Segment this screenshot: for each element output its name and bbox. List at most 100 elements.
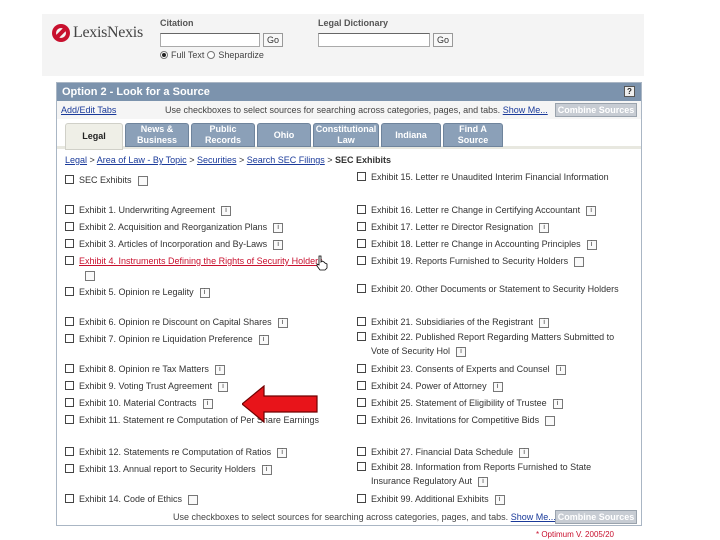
info-icon[interactable]: i [586, 205, 597, 216]
source-checkbox[interactable] [357, 172, 366, 181]
tab-news-business[interactable]: News & Business [125, 123, 189, 147]
info-icon[interactable]: i [273, 222, 284, 233]
source-checkbox[interactable] [65, 415, 74, 424]
browse-icon[interactable] [545, 415, 556, 426]
source-checkbox[interactable] [357, 317, 366, 326]
source-checkbox[interactable] [357, 398, 366, 407]
tab-legal[interactable]: Legal [65, 123, 123, 150]
info-icon[interactable]: i [494, 494, 505, 505]
info-icon[interactable]: i [261, 464, 272, 475]
list-item: Exhibit 6. Opinion re Discount on Capita… [65, 315, 335, 329]
browse-icon[interactable] [137, 175, 148, 186]
tab-label: Find A Source [457, 124, 489, 145]
bottom-instruction-text-body: Use checkboxes to select sources for sea… [173, 512, 509, 522]
info-icon[interactable]: i [552, 398, 563, 409]
breadcrumb-search-sec-filings[interactable]: Search SEC Filings [247, 155, 325, 165]
help-icon[interactable]: ? [624, 86, 635, 97]
source-checkbox[interactable] [357, 256, 366, 265]
source-checkbox[interactable] [65, 317, 74, 326]
lexisnexis-logo[interactable]: LexisNexis [52, 24, 143, 42]
source-panel: Option 2 - Look for a Source ? Add/Edit … [56, 82, 642, 526]
source-checkbox[interactable] [357, 205, 366, 214]
info-icon[interactable]: i [539, 222, 550, 233]
source-checkbox[interactable] [65, 256, 74, 265]
breadcrumb-area-of-law[interactable]: Area of Law - By Topic [97, 155, 187, 165]
info-icon[interactable]: i [478, 476, 489, 487]
info-icon[interactable]: i [277, 317, 288, 328]
info-icon[interactable]: i [199, 287, 210, 298]
combine-sources-button[interactable]: Combine Sources [555, 103, 637, 117]
info-icon[interactable]: i [273, 239, 284, 250]
source-link[interactable]: Exhibit 4. Instruments Defining the Righ… [79, 256, 323, 266]
dictionary-go-button[interactable]: Go [433, 33, 454, 47]
source-label: Exhibit 14. Code of Ethics [79, 494, 183, 504]
source-label: Exhibit 23. Consents of Experts and Coun… [371, 364, 550, 374]
source-checkbox[interactable] [65, 494, 74, 503]
source-checkbox[interactable] [65, 175, 74, 184]
source-checkbox[interactable] [65, 239, 74, 248]
info-icon[interactable]: i [519, 447, 530, 458]
list-item: Exhibit 8. Opinion re Tax Matters i [65, 362, 335, 376]
source-checkbox[interactable] [357, 239, 366, 248]
browse-icon[interactable] [574, 256, 585, 267]
source-checkbox[interactable] [357, 415, 366, 424]
source-label: Exhibit 21. Subsidiaries of the Registra… [371, 317, 534, 327]
dictionary-input[interactable] [318, 33, 430, 47]
source-label: Exhibit 18. Letter re Change in Accounti… [371, 239, 581, 249]
source-checkbox[interactable] [357, 494, 366, 503]
source-checkbox[interactable] [357, 332, 366, 341]
source-checkbox[interactable] [65, 287, 74, 296]
breadcrumb-securities[interactable]: Securities [197, 155, 237, 165]
show-me-link[interactable]: Show Me... [503, 105, 548, 115]
info-icon[interactable]: i [202, 398, 213, 409]
browse-icon[interactable] [188, 494, 199, 505]
source-checkbox[interactable] [65, 205, 74, 214]
tab-constitutional-law[interactable]: Constitutional Law [313, 123, 379, 147]
source-checkbox[interactable] [65, 381, 74, 390]
citation-input[interactable] [160, 33, 260, 47]
source-checkbox[interactable] [65, 464, 74, 473]
source-checkbox[interactable] [357, 364, 366, 373]
source-checkbox[interactable] [357, 381, 366, 390]
info-icon[interactable]: i [456, 346, 467, 357]
breadcrumb-legal[interactable]: Legal [65, 155, 87, 165]
tab-indiana[interactable]: Indiana [381, 123, 441, 147]
tab-public-records[interactable]: Public Records [191, 123, 255, 147]
citation-go-button[interactable]: Go [263, 33, 284, 47]
add-edit-tabs-link[interactable]: Add/Edit Tabs [61, 105, 116, 115]
info-icon[interactable]: i [277, 447, 288, 458]
info-icon[interactable]: i [221, 205, 232, 216]
breadcrumb-separator: > [324, 155, 336, 165]
source-label: Exhibit 27. Financial Data Schedule [371, 447, 514, 457]
instruction-text: Use checkboxes to select sources for sea… [165, 105, 548, 115]
list-item: Exhibit 24. Power of Attorney i [357, 379, 637, 393]
info-icon[interactable]: i [539, 317, 550, 328]
source-checkbox[interactable] [65, 447, 74, 456]
source-checkbox[interactable] [65, 398, 74, 407]
browse-icon[interactable] [85, 270, 95, 281]
full-text-radio[interactable] [160, 51, 168, 59]
info-icon[interactable]: i [214, 364, 225, 375]
tab-label: Public Records [204, 124, 241, 145]
shepardize-radio[interactable] [207, 51, 216, 59]
bottom-show-me-link[interactable]: Show Me... [511, 512, 556, 522]
source-checkbox[interactable] [65, 364, 74, 373]
tab-find-a-source[interactable]: Find A Source [443, 123, 503, 147]
source-label: Exhibit 1. Underwriting Agreement [79, 205, 216, 215]
info-icon[interactable]: i [555, 364, 566, 375]
source-checkbox[interactable] [357, 284, 366, 293]
source-checkbox[interactable] [357, 462, 366, 471]
list-item: Exhibit 12. Statements re Computation of… [65, 445, 335, 459]
breadcrumb: Legal > Area of Law - By Topic > Securit… [65, 155, 391, 165]
source-label: SEC Exhibits [79, 175, 132, 185]
source-checkbox[interactable] [357, 222, 366, 231]
info-icon[interactable]: i [218, 381, 229, 392]
tab-ohio[interactable]: Ohio [257, 123, 311, 147]
source-checkbox[interactable] [357, 447, 366, 456]
info-icon[interactable]: i [258, 334, 269, 345]
info-icon[interactable]: i [492, 381, 503, 392]
info-icon[interactable]: i [586, 239, 597, 250]
bottom-combine-sources-button[interactable]: Combine Sources [555, 510, 637, 524]
source-checkbox[interactable] [65, 222, 74, 231]
source-checkbox[interactable] [65, 334, 74, 343]
